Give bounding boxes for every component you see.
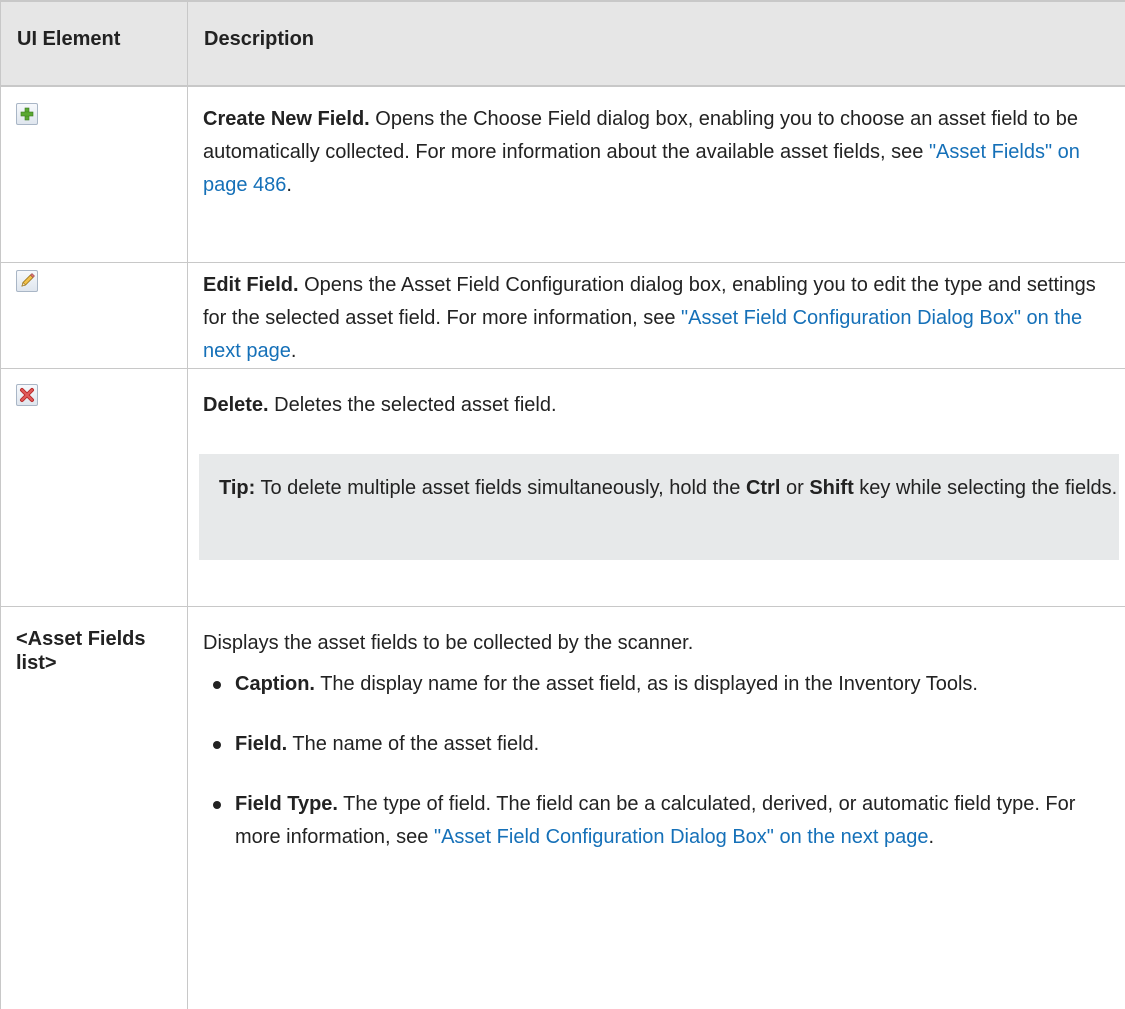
list-item: Field Type. The type of field. The field…: [203, 788, 1105, 854]
asset-fields-list-intro: Displays the asset fields to be collecte…: [203, 627, 1105, 660]
pencil-icon[interactable]: [16, 270, 38, 292]
header-ui-element: UI Element: [1, 1, 188, 86]
list-item-title: Field Type.: [235, 793, 338, 815]
list-item: Caption. The display name for the asset …: [203, 668, 1105, 701]
tip-label: Tip:: [219, 477, 255, 499]
bullet-icon: [213, 801, 221, 809]
asset-fields-columns-list: Caption. The display name for the asset …: [203, 668, 1105, 854]
list-item: Field. The name of the asset field.: [203, 728, 1105, 761]
tip-key-ctrl: Ctrl: [746, 477, 780, 499]
table-row: Delete. Deletes the selected asset field…: [1, 368, 1125, 606]
ui-element-cell: [1, 368, 188, 606]
tip-text: key while selecting the fields.: [854, 477, 1117, 499]
create-field-title: Create New Field.: [203, 108, 370, 130]
bullet-icon: [213, 741, 221, 749]
list-item-title: Field.: [235, 733, 287, 755]
table-row: <Asset Fields list> Displays the asset f…: [1, 606, 1125, 1009]
plus-icon[interactable]: [16, 103, 38, 125]
description-cell: Delete. Deletes the selected asset field…: [188, 368, 1125, 606]
edit-field-title: Edit Field.: [203, 274, 299, 296]
tip-text: or: [780, 477, 809, 499]
delete-text: Deletes the selected asset field.: [269, 394, 557, 416]
list-item-text: The display name for the asset field, as…: [315, 673, 978, 695]
ui-element-table: UI Element Description Create New Field.…: [0, 0, 1125, 1009]
delete-x-icon[interactable]: [16, 384, 38, 406]
create-field-after: .: [286, 174, 292, 196]
tip-box: Tip: To delete multiple asset fields sim…: [199, 454, 1119, 560]
ui-element-cell: [1, 86, 188, 262]
list-item-title: Caption.: [235, 673, 315, 695]
description-cell: Edit Field. Opens the Asset Field Config…: [188, 262, 1125, 368]
list-item-text: The name of the asset field.: [287, 733, 539, 755]
ui-element-cell: [1, 262, 188, 368]
description-cell: Create New Field. Opens the Choose Field…: [188, 86, 1125, 262]
table-header: UI Element Description: [1, 1, 1125, 86]
table-row: Edit Field. Opens the Asset Field Config…: [1, 262, 1125, 368]
asset-fields-list-label: <Asset Fields list>: [1, 606, 188, 1009]
bullet-icon: [213, 681, 221, 689]
table-row: Create New Field. Opens the Choose Field…: [1, 86, 1125, 262]
edit-field-after: .: [291, 340, 297, 362]
delete-title: Delete.: [203, 394, 269, 416]
asset-field-configuration-link[interactable]: "Asset Field Configuration Dialog Box" o…: [434, 826, 929, 848]
tip-text: To delete multiple asset fields simultan…: [255, 477, 746, 499]
list-item-after: .: [928, 826, 934, 848]
tip-key-shift: Shift: [809, 477, 853, 499]
description-cell: Displays the asset fields to be collecte…: [188, 606, 1125, 1009]
header-description: Description: [188, 1, 1125, 86]
